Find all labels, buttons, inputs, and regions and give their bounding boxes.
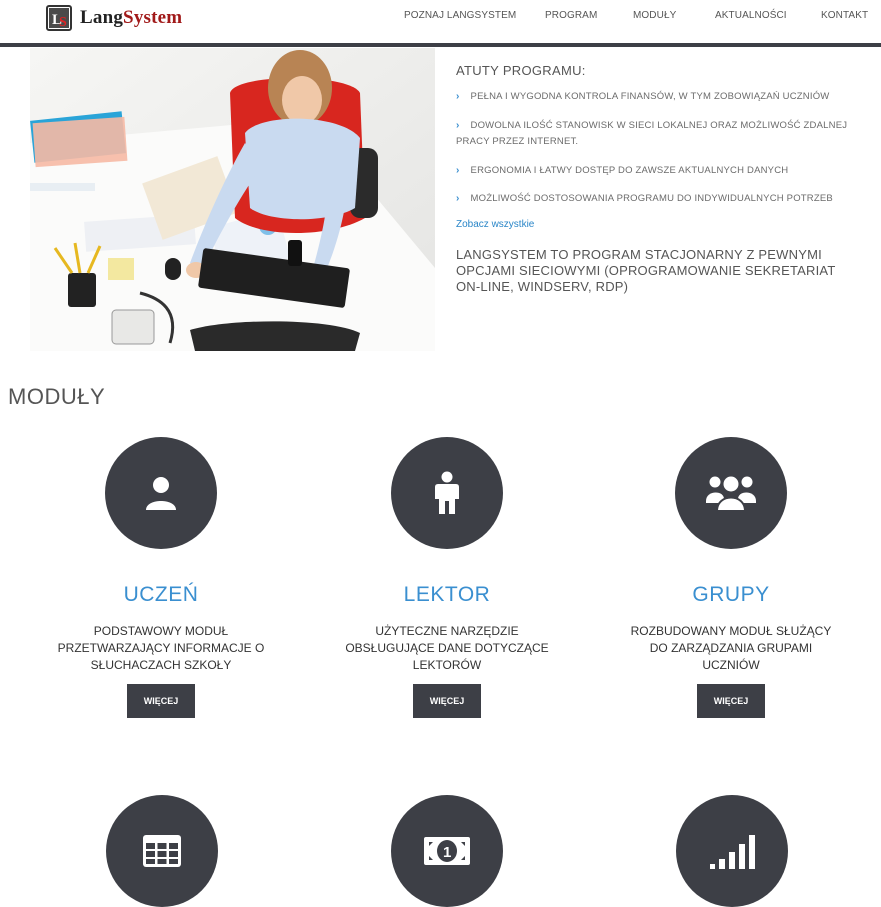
chevron-right-icon: › xyxy=(456,120,460,131)
features-panel: ATUTY PROGRAMU: › PEŁNA I WYGODNA KONTROL… xyxy=(456,63,866,294)
feature-item: › PEŁNA I WYGODNA KONTROLA FINANSÓW, W TY… xyxy=(456,91,830,102)
module-description: UŻYTECZNE NARZĘDZIE OBSŁUGUJĄCE DANE DOT… xyxy=(345,624,549,672)
logo-text: LangSystem xyxy=(80,7,183,28)
module-lektor: LEKTOR UŻYTECZNE NARZĘDZIE OBSŁUGUJĄCE D… xyxy=(317,437,577,718)
chevron-right-icon: › xyxy=(456,91,460,102)
user-icon xyxy=(105,437,217,549)
table-icon xyxy=(106,795,218,907)
nav-program[interactable]: PROGRAM xyxy=(545,10,597,21)
more-button-grupy[interactable]: WIĘCEJ xyxy=(697,684,765,718)
group-icon xyxy=(675,437,787,549)
chevron-right-icon: › xyxy=(456,165,460,176)
logo[interactable]: L S LangSystem xyxy=(46,4,182,32)
module-name: GRUPY xyxy=(692,583,770,606)
module-uczen: UCZEŃ PODSTAWOWY MODUŁ PRZETWARZAJĄCY IN… xyxy=(31,437,291,718)
svg-text:S: S xyxy=(59,15,67,30)
signal-bars-icon xyxy=(676,795,788,907)
feature-item: › DOWOLNA ILOŚĆ STANOWISK W SIECI LOKALNE… xyxy=(456,120,848,147)
more-button-lektor[interactable]: WIĘCEJ xyxy=(413,684,481,718)
site-header: L S LangSystem POZNAJ LANGSYSTEM PROGRAM… xyxy=(0,0,881,43)
see-all-link[interactable]: Zobacz wszystkie xyxy=(456,219,534,230)
features-title: ATUTY PROGRAMU: xyxy=(456,63,586,78)
module-name: LEKTOR xyxy=(403,583,491,606)
header-divider xyxy=(0,43,881,47)
nav-kontakt[interactable]: KONTAKT xyxy=(821,10,868,21)
more-button-uczen[interactable]: WIĘCEJ xyxy=(127,684,195,718)
module-description: ROZBUDOWANY MODUŁ SŁUŻĄCY DO ZARZĄDZANIA… xyxy=(630,624,832,672)
modules-title: MODUŁY xyxy=(8,384,106,409)
money-icon: 1 xyxy=(391,795,503,907)
nav-moduly[interactable]: MODUŁY xyxy=(633,10,676,21)
nav-aktualnosci[interactable]: AKTUALNOŚCI xyxy=(715,10,787,21)
nav-poznaj-langsystem[interactable]: POZNAJ LANGSYSTEM xyxy=(404,10,516,21)
svg-text:1: 1 xyxy=(443,844,451,861)
ls-logo-icon: L S xyxy=(46,5,72,31)
chevron-right-icon: › xyxy=(456,193,460,204)
person-icon xyxy=(391,437,503,549)
hero-photo xyxy=(30,48,435,351)
module-grupy: GRUPY ROZBUDOWANY MODUŁ SŁUŻĄCY DO ZARZĄ… xyxy=(601,437,861,718)
module-name: UCZEŃ xyxy=(123,583,199,606)
program-description: LANGSYSTEM TO PROGRAM STACJONARNY Z PEWN… xyxy=(456,247,836,294)
feature-item: › MOŻLIWOŚĆ DOSTOSOWANIA PROGRAMU DO INDY… xyxy=(456,193,833,204)
feature-item: › ERGONOMIA I ŁATWY DOSTĘP DO ZAWSZE AKTU… xyxy=(456,165,789,176)
module-description: PODSTAWOWY MODUŁ PRZETWARZAJĄCY INFORMAC… xyxy=(57,624,265,672)
